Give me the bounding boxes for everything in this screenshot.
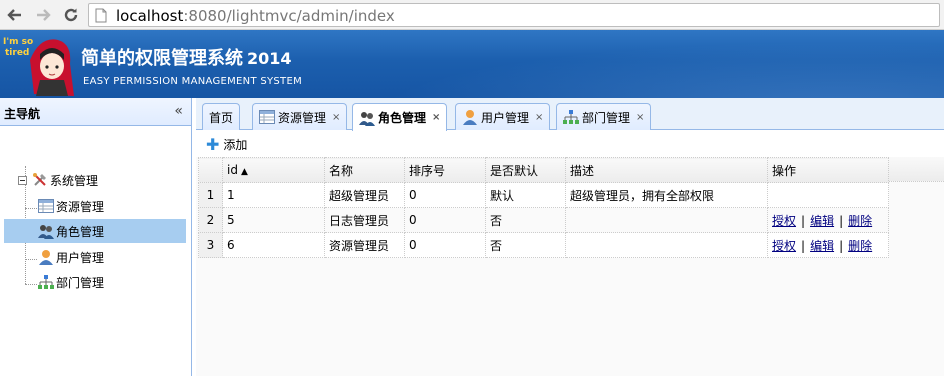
cell-id: 1 (222, 182, 325, 208)
row-number: 2 (198, 207, 223, 233)
authorize-link[interactable]: 授权 (772, 239, 796, 253)
tab-resource[interactable]: 资源管理 × (252, 103, 348, 130)
tab-role[interactable]: 角色管理 × (352, 103, 448, 131)
resource-icon (259, 109, 275, 125)
cell-default: 否 (485, 232, 566, 258)
tree-node-system[interactable]: 系统管理 (14, 168, 186, 192)
row-number: 3 (198, 232, 223, 258)
table-row[interactable]: 1 1 超级管理员 0 默认 超级管理员，拥有全部权限 (198, 182, 889, 208)
resource-icon (38, 198, 54, 214)
cell-desc (565, 207, 768, 233)
tab-home[interactable]: 首页 (202, 103, 241, 130)
browser-toolbar: localhost:8080/lightmvc/admin/index (0, 0, 944, 30)
page-icon (95, 8, 107, 23)
cell-default: 否 (485, 207, 566, 233)
tab-user[interactable]: 用户管理 × (455, 103, 551, 130)
authorize-link[interactable]: 授权 (772, 214, 796, 228)
column-header-desc[interactable]: 描述 (565, 157, 768, 183)
role-grid: id ▲ 名称 排序号 是否默认 描述 操作 1 1 超级管理员 0 默认 超级管… (196, 157, 944, 376)
close-icon[interactable]: × (332, 112, 340, 123)
main-panel: 首页 资源管理 × 角色管理 × 用户管理 × 部门管理 × ✚ 添加 id ▲… (196, 98, 944, 376)
role-icon (359, 110, 375, 126)
forward-arrow-icon (37, 9, 51, 21)
address-bar[interactable]: localhost:8080/lightmvc/admin/index (88, 3, 940, 27)
close-icon[interactable]: × (432, 112, 440, 123)
cell-order: 0 (404, 232, 486, 258)
cell-ops: 授权 | 编辑 | 删除 (767, 232, 889, 258)
table-row[interactable]: 3 6 资源管理员 0 否 授权 | 编辑 | 删除 (198, 232, 889, 258)
tree-node-label: 系统管理 (50, 173, 99, 188)
role-icon (38, 223, 54, 239)
cell-name: 日志管理员 (324, 207, 405, 233)
tab-strip: 首页 资源管理 × 角色管理 × 用户管理 × 部门管理 × (196, 98, 944, 131)
sidebar-item-role[interactable]: 角色管理 (4, 219, 186, 243)
back-arrow-icon (7, 9, 21, 21)
app-header: I'm so tired 简单的权限管理系统 2014 EASY PERMISSI… (0, 30, 944, 98)
cell-id: 6 (222, 232, 325, 258)
cell-name: 资源管理员 (324, 232, 405, 258)
sidebar-header: 主导航 « (0, 98, 191, 126)
cell-ops: 授权 | 编辑 | 删除 (767, 207, 889, 233)
logo-girl-icon: I'm so tired (3, 37, 74, 96)
sidebar-title: 主导航 (4, 107, 41, 121)
sidebar: 主导航 « 系统管理 资源管理 角色管理 用户管理 部门管理 (0, 98, 192, 376)
add-button[interactable]: ✚ 添加 (206, 136, 247, 153)
reload-button[interactable] (60, 4, 82, 26)
user-icon (462, 109, 478, 125)
delete-link[interactable]: 删除 (848, 239, 872, 253)
collapse-node-icon[interactable] (14, 172, 30, 188)
org-chart-icon (38, 274, 54, 290)
tools-icon (32, 172, 48, 188)
grid-header-row: id ▲ 名称 排序号 是否默认 描述 操作 (198, 157, 889, 183)
grid-toolbar: ✚ 添加 (196, 131, 944, 157)
column-header-id[interactable]: id ▲ (222, 157, 325, 183)
back-button[interactable] (4, 4, 26, 26)
column-header-order[interactable]: 排序号 (404, 157, 486, 183)
edit-link[interactable]: 编辑 (810, 214, 834, 228)
plus-icon: ✚ (206, 134, 220, 154)
close-icon[interactable]: × (636, 112, 644, 123)
user-icon (38, 249, 54, 265)
org-chart-icon (563, 109, 579, 125)
sidebar-item-resource[interactable]: 资源管理 (38, 194, 186, 218)
collapse-sidebar-button[interactable]: « (174, 103, 183, 119)
column-header-ops[interactable]: 操作 (767, 157, 889, 183)
edit-link[interactable]: 编辑 (810, 239, 834, 253)
address-text: localhost:8080/lightmvc/admin/index (116, 7, 395, 25)
cell-desc: 超级管理员，拥有全部权限 (565, 182, 768, 208)
column-header-default[interactable]: 是否默认 (485, 157, 566, 183)
cell-desc (565, 232, 768, 258)
logo-text: I'm so (3, 37, 33, 47)
cell-id: 5 (222, 207, 325, 233)
close-icon[interactable]: × (535, 112, 543, 123)
app-title: 简单的权限管理系统 2014 (81, 48, 292, 69)
tab-department[interactable]: 部门管理 × (556, 103, 652, 130)
sidebar-item-department[interactable]: 部门管理 (38, 270, 186, 294)
cell-ops (767, 182, 889, 208)
cell-default: 默认 (485, 182, 566, 208)
reload-icon (64, 8, 78, 22)
app-subtitle: EASY PERMISSION MANAGEMENT SYSTEM (83, 76, 302, 87)
column-header-name[interactable]: 名称 (324, 157, 405, 183)
cell-order: 0 (404, 207, 486, 233)
svg-text:tired: tired (5, 48, 29, 58)
cell-name: 超级管理员 (324, 182, 405, 208)
table-row[interactable]: 2 5 日志管理员 0 否 授权 | 编辑 | 删除 (198, 207, 889, 233)
sort-asc-icon: ▲ (240, 167, 248, 177)
forward-button[interactable] (32, 4, 54, 26)
sidebar-item-user[interactable]: 用户管理 (38, 245, 186, 269)
row-number: 1 (198, 182, 223, 208)
cell-order: 0 (404, 182, 486, 208)
delete-link[interactable]: 删除 (848, 214, 872, 228)
